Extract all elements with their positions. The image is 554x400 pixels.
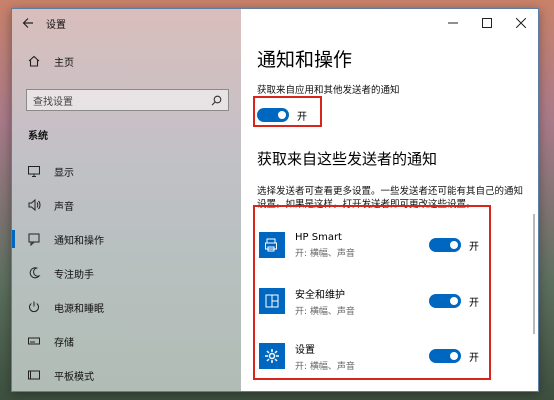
storage-icon xyxy=(26,333,42,349)
window-controls xyxy=(257,9,538,37)
titlebar-left: 设置 xyxy=(12,9,241,37)
sidebar-item-label: 通知和操作 xyxy=(54,235,104,247)
sender-status: 开: 横幅、声音 xyxy=(295,306,355,317)
sender-toggle-row: 开 xyxy=(429,349,479,364)
search-placeholder: 查找设置 xyxy=(33,96,73,108)
sidebar-item-label: 平板模式 xyxy=(54,371,94,383)
sidebar-item-label: 声音 xyxy=(54,201,74,213)
sidebar-item-focus-assist[interactable]: 专注助手 xyxy=(12,256,241,290)
app-title: 设置 xyxy=(46,19,66,31)
sidebar-item-tablet-mode[interactable]: 平板模式 xyxy=(12,358,241,391)
maximize-icon xyxy=(482,18,492,28)
speaker-icon xyxy=(26,197,42,213)
security-maintenance-icon xyxy=(259,288,285,314)
search-icon xyxy=(211,95,222,105)
sidebar-item-label: 显示 xyxy=(54,167,74,179)
minimize-icon xyxy=(448,22,458,24)
section-label: 系统 xyxy=(28,131,48,142)
tablet-icon xyxy=(26,367,42,383)
toggle-state-label: 开 xyxy=(469,297,479,309)
page-title: 通知和操作 xyxy=(257,49,353,71)
sender-text: HP Smart 开: 横幅、声音 xyxy=(295,232,415,259)
moon-icon xyxy=(26,265,42,281)
power-icon xyxy=(26,299,42,315)
sidebar-item-power-sleep[interactable]: 电源和睡眠 xyxy=(12,290,241,324)
printer-app-icon xyxy=(259,232,285,258)
toggle-state-label: 开 xyxy=(469,352,479,364)
sender-text: 设置 开: 横幅、声音 xyxy=(295,341,415,372)
sender-item-settings[interactable]: 设置 开: 横幅、声音 开 xyxy=(259,340,487,372)
search-input[interactable]: 查找设置 xyxy=(26,89,229,111)
sidebar-nav-list: 显示 声音 通知和操作 专注助手 电源和睡眠 存储 平板模式 xyxy=(12,154,241,391)
content-pane: 通知和操作 获取来自应用和其他发送者的通知 开 获取来自这些发送者的通知 选择发… xyxy=(241,9,538,391)
senders-highlight-box: HP Smart 开: 横幅、声音 开 安全和维护 开: 横幅、声音 开 设置 … xyxy=(253,205,491,380)
sender-text: 安全和维护 开: 横幅、声音 xyxy=(295,286,415,317)
gear-icon xyxy=(259,343,285,369)
sidebar-item-label: 存储 xyxy=(54,337,74,349)
senders-title: 获取来自这些发送者的通知 xyxy=(257,150,438,168)
sidebar-item-home[interactable]: 主页 xyxy=(12,47,241,75)
sidebar-item-sound[interactable]: 声音 xyxy=(12,188,241,222)
sidebar-item-label: 电源和睡眠 xyxy=(54,303,104,315)
sender-toggle-row: 开 xyxy=(429,294,479,309)
sender-item-security-maintenance[interactable]: 安全和维护 开: 横幅、声音 开 xyxy=(259,285,487,317)
sender-status: 开: 横幅、声音 xyxy=(295,361,355,372)
sender-toggle[interactable] xyxy=(429,294,461,308)
back-arrow-icon xyxy=(22,18,33,28)
highlight-box xyxy=(253,96,322,127)
home-icon xyxy=(26,53,42,69)
back-button[interactable] xyxy=(12,9,44,37)
sender-name: HP Smart xyxy=(295,231,342,243)
sender-toggle[interactable] xyxy=(429,349,461,363)
close-button[interactable] xyxy=(504,9,538,37)
sender-name: 设置 xyxy=(295,344,315,356)
sender-name: 安全和维护 xyxy=(295,289,345,301)
sidebar-item-notifications[interactable]: 通知和操作 xyxy=(12,222,241,256)
settings-window: 设置 主页 查找设置 系统 显示 声音 通知和操作 专注助手 电源和睡眠 存储 … xyxy=(11,8,539,392)
sidebar-item-label: 专注助手 xyxy=(54,269,94,281)
sender-toggle[interactable] xyxy=(429,238,461,252)
scrollbar[interactable] xyxy=(533,214,535,334)
close-icon xyxy=(516,18,526,28)
sender-toggle-row: 开 xyxy=(429,238,479,253)
toggle-state-label: 开 xyxy=(469,241,479,253)
sidebar-item-display[interactable]: 显示 xyxy=(12,154,241,188)
display-icon xyxy=(26,163,42,179)
minimize-button[interactable] xyxy=(436,9,470,37)
sidebar: 设置 主页 查找设置 系统 显示 声音 通知和操作 专注助手 电源和睡眠 存储 … xyxy=(12,9,241,391)
notifications-description: 获取来自应用和其他发送者的通知 xyxy=(257,85,400,96)
sender-status: 开: 横幅、声音 xyxy=(295,248,355,259)
sender-item-hp-smart[interactable]: HP Smart 开: 横幅、声音 开 xyxy=(259,229,487,261)
sidebar-item-storage[interactable]: 存储 xyxy=(12,324,241,358)
sidebar-item-label: 主页 xyxy=(54,57,74,69)
notification-icon xyxy=(26,231,42,247)
maximize-button[interactable] xyxy=(470,9,504,37)
